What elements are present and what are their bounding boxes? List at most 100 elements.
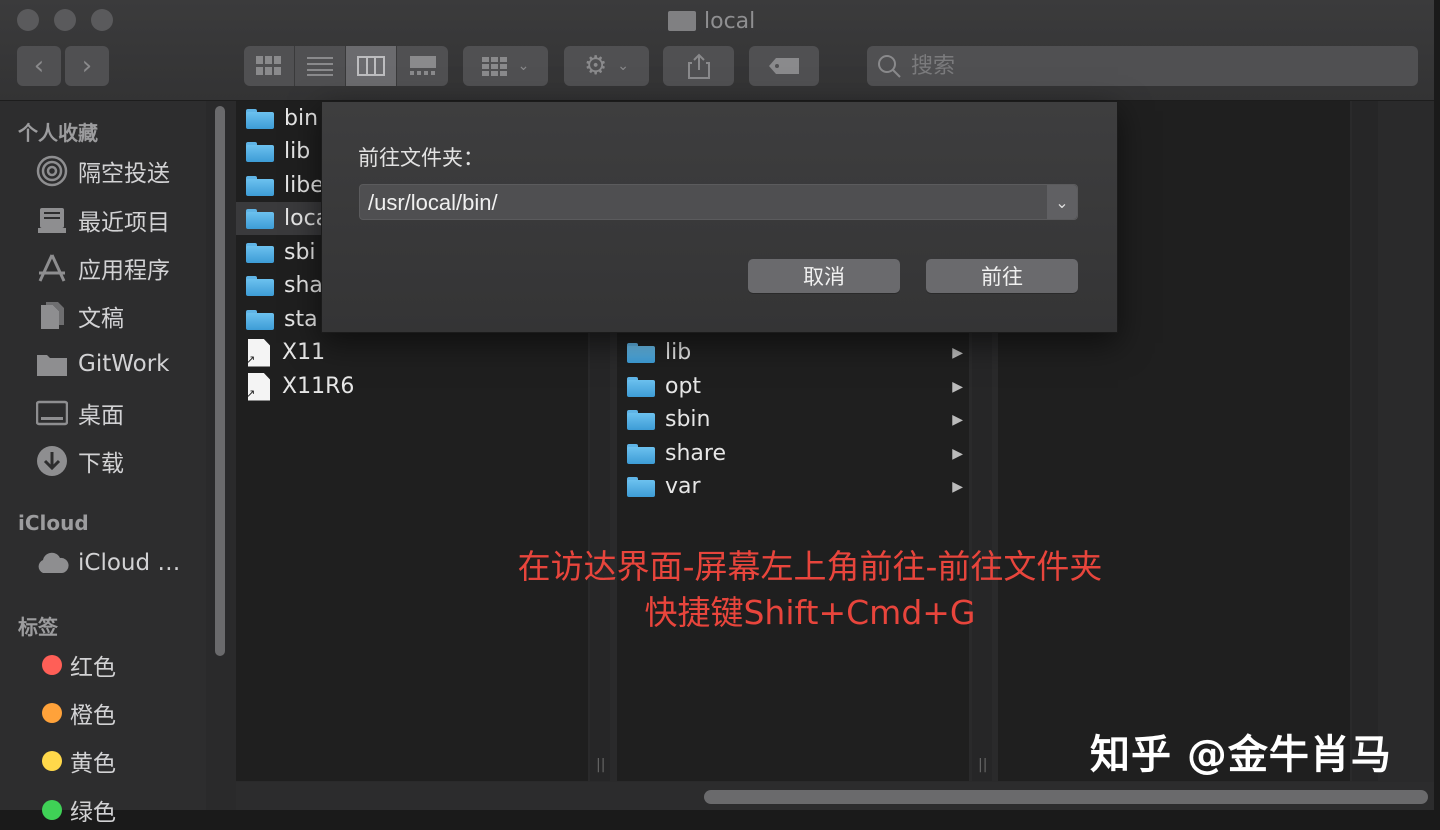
sidebar-item-gitwork[interactable]: GitWork (34, 344, 169, 384)
item-name: sbin (665, 407, 711, 432)
cloud-icon (34, 545, 70, 581)
horizontal-scroll-thumb[interactable] (704, 790, 1428, 804)
chevron-down-icon: ⌄ (517, 58, 530, 74)
list-view-button[interactable] (295, 46, 346, 86)
sidebar-item-icloud-drive[interactable]: iCloud … (34, 543, 180, 583)
folder-icon (627, 443, 655, 464)
disclosure-arrow-icon: ▶ (952, 445, 963, 462)
item-name: lib (665, 340, 692, 365)
zoom-window-button[interactable] (91, 9, 113, 31)
green-tag-dot-icon (42, 800, 62, 820)
tag-icon (769, 58, 799, 74)
alias-file-icon: ↗ (248, 338, 270, 367)
sidebar-item-desktop[interactable]: 桌面 (34, 393, 124, 433)
chevron-down-icon: ⌄ (1055, 192, 1069, 212)
folder-icon (627, 342, 655, 363)
list-item[interactable]: share ▶ (627, 437, 967, 470)
sidebar-item-tag-red[interactable]: 红色 (34, 645, 116, 685)
sidebar-item-documents[interactable]: 文稿 (34, 296, 124, 336)
list-item[interactable]: ↗ X11R6 (236, 370, 576, 403)
folder-icon (246, 242, 274, 263)
folder-icon (246, 309, 274, 330)
item-name: var (665, 474, 701, 499)
disclosure-arrow-icon: ▶ (952, 478, 963, 495)
folder-icon (246, 175, 274, 196)
folder-icon (246, 275, 274, 296)
item-name: X11 (282, 340, 326, 365)
sidebar-section-icloud: iCloud (18, 511, 89, 535)
sidebar-item-label: 应用程序 (78, 258, 170, 284)
sidebar-item-tag-orange[interactable]: 橙色 (34, 693, 116, 733)
sidebar-item-recents[interactable]: 最近项目 (34, 200, 170, 240)
action-menu-button[interactable]: ⚙ ⌄ (564, 46, 649, 86)
search-icon (878, 55, 901, 78)
disclosure-arrow-icon: ▶ (952, 344, 963, 361)
go-button[interactable]: 前往 (926, 259, 1078, 293)
toolbar: local ‹ › ⌄ ⚙ ⌄ (0, 0, 1434, 101)
orange-tag-dot-icon (42, 703, 62, 723)
folder-icon (246, 141, 274, 162)
path-input[interactable] (366, 185, 1040, 221)
list-item[interactable]: ↗ X11 (236, 336, 576, 369)
documents-icon (34, 298, 70, 334)
minimize-window-button[interactable] (54, 9, 76, 31)
chevron-right-icon: › (81, 51, 93, 81)
sidebar-item-applications[interactable]: 应用程序 (34, 248, 170, 288)
item-name: opt (665, 374, 702, 399)
airdrop-icon (34, 153, 70, 189)
column-resize-handle[interactable] (1352, 101, 1378, 781)
list-item[interactable]: var ▶ (627, 470, 967, 503)
list-item[interactable]: opt ▶ (627, 370, 967, 403)
sidebar-item-label: 文稿 (78, 306, 124, 332)
list-item[interactable]: sbin ▶ (627, 403, 967, 436)
item-name: share (665, 441, 726, 466)
horizontal-scrollbar[interactable] (236, 782, 1434, 810)
icon-view-button[interactable] (244, 46, 295, 86)
sidebar-item-tag-yellow[interactable]: 黄色 (34, 741, 116, 781)
path-history-dropdown[interactable]: ⌄ (1047, 185, 1077, 219)
red-tag-dot-icon (42, 655, 62, 675)
sidebar-item-airdrop[interactable]: 隔空投送 (34, 151, 170, 191)
search-field[interactable] (867, 46, 1418, 86)
window-title-text: local (704, 8, 756, 34)
dialog-label: 前往文件夹： (358, 146, 484, 170)
sidebar-item-label: 最近项目 (78, 210, 170, 236)
gallery-view-button[interactable] (397, 46, 448, 86)
item-name: sha (284, 273, 323, 298)
sidebar-item-label: 红色 (70, 655, 116, 681)
desktop-icon (34, 395, 70, 431)
folder-icon (627, 476, 655, 497)
folder-icon (627, 409, 655, 430)
watermark: 知乎 @金牛肖马 (1090, 732, 1392, 778)
share-button[interactable] (663, 46, 734, 86)
disclosure-arrow-icon: ▶ (952, 411, 963, 428)
sidebar-item-downloads[interactable]: 下载 (34, 441, 124, 481)
sidebar-section-tags: 标签 (18, 615, 58, 639)
go-to-folder-dialog: 前往文件夹： ⌄ 取消 前往 (321, 101, 1118, 333)
view-mode-segmented (244, 46, 448, 86)
column-view-button[interactable] (346, 46, 397, 86)
gear-icon: ⚙ (583, 51, 608, 81)
disclosure-arrow-icon: ▶ (952, 378, 963, 395)
path-combobox[interactable]: ⌄ (359, 184, 1078, 221)
tag-button[interactable] (749, 46, 819, 86)
back-button[interactable]: ‹ (17, 46, 61, 86)
group-by-button[interactable]: ⌄ (463, 46, 548, 86)
grid-icon (256, 56, 281, 75)
sidebar-scrollbar[interactable] (212, 106, 228, 806)
list-item[interactable]: lib ▶ (627, 336, 967, 369)
search-input[interactable] (909, 52, 1393, 80)
item-name: lib (284, 139, 311, 164)
forward-button[interactable]: › (65, 46, 109, 86)
cancel-button[interactable]: 取消 (748, 259, 900, 293)
sidebar-item-label: 绿色 (70, 800, 116, 826)
chevron-left-icon: ‹ (33, 51, 45, 81)
sidebar-item-label: 下载 (78, 451, 124, 477)
close-window-button[interactable] (17, 9, 39, 31)
item-name: sbi (284, 240, 316, 265)
sidebar-item-tag-green[interactable]: 绿色 (34, 790, 116, 830)
item-name: libe (284, 173, 324, 198)
sidebar-scroll-thumb[interactable] (215, 106, 225, 656)
sidebar-item-label: 黄色 (70, 751, 116, 777)
folder-icon (627, 376, 655, 397)
